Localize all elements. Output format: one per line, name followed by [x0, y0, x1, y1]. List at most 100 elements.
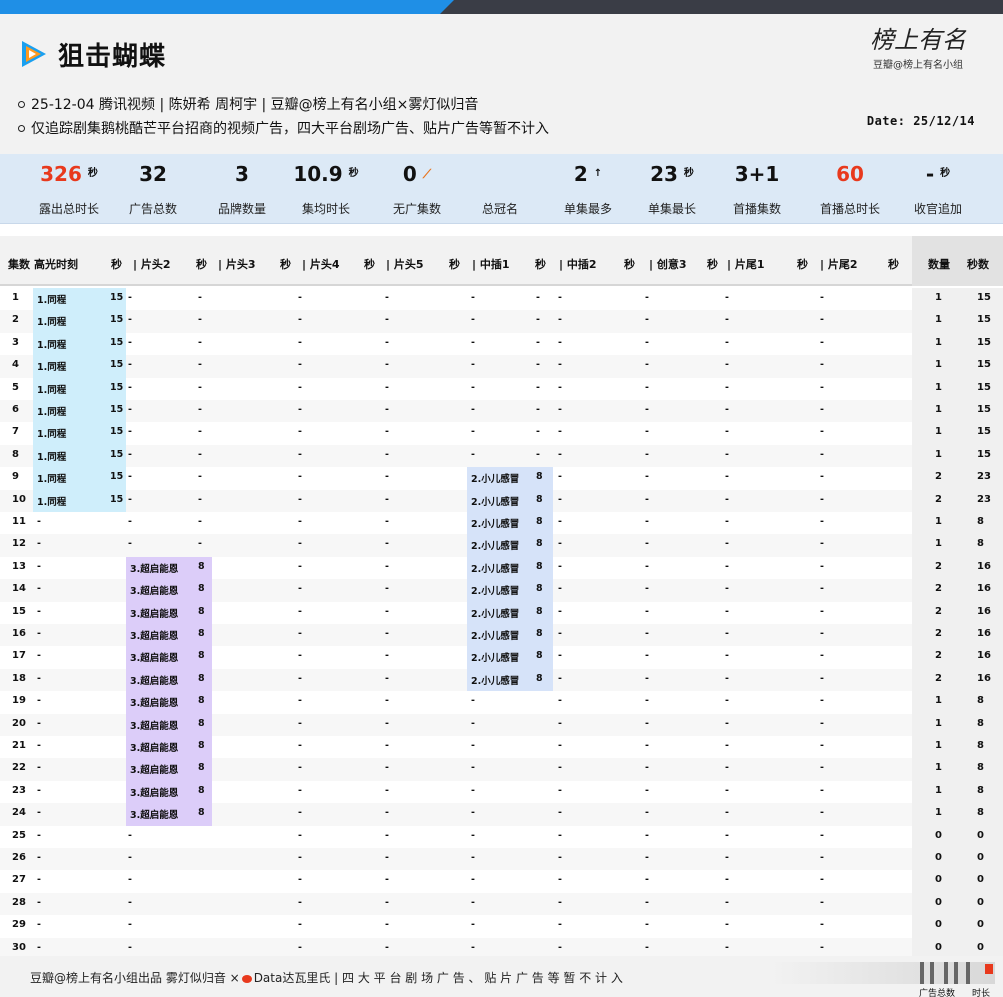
table-cell: -	[725, 560, 729, 572]
table-cell: -	[725, 426, 729, 438]
table-cell: -	[298, 829, 302, 841]
stat-label: 首播集数	[732, 202, 781, 216]
table-cell: -	[298, 560, 302, 572]
table-cell: 13	[12, 560, 26, 572]
table-cell: -	[37, 807, 41, 819]
ad-count-cell: 1	[935, 359, 942, 371]
table-row: 4 1.同程 15- - - - - - - - - -1 15	[0, 355, 1003, 378]
ad-count-cell: 0	[935, 852, 942, 863]
table-cell: -	[558, 807, 562, 819]
count-header-bg	[912, 236, 1003, 286]
table-row: 8 1.同程 15- - - - - - - - - -1 15	[0, 444, 1003, 468]
table-cell: 8	[536, 583, 543, 595]
table-cell: -	[471, 359, 475, 371]
table-cell: -	[725, 896, 729, 908]
stat-5: 总冠名	[455, 154, 545, 224]
column-header: | 片头5	[386, 258, 424, 271]
table-cell: 8	[536, 560, 543, 572]
ad-count-cell: 0	[935, 919, 942, 931]
table-cell: -	[298, 359, 302, 371]
table-cell: -	[37, 896, 41, 908]
stat-value: 3+1	[734, 162, 780, 186]
column-header: 集数	[8, 258, 30, 271]
table-cell: -	[725, 538, 729, 550]
brand-logo: 榜上有名 豆瓣@榜上有名小组	[863, 26, 973, 71]
table-cell: -	[471, 336, 475, 348]
table-cell: 15	[110, 292, 124, 303]
table-cell: -	[385, 516, 389, 527]
bar-mark	[930, 962, 934, 984]
brand-signature: 榜上有名	[870, 26, 966, 54]
table-cell: 3.超启能恩	[130, 743, 179, 754]
table-cell: -	[385, 672, 389, 684]
table-cell: -	[645, 941, 649, 953]
stat-label: 单集最多	[563, 202, 612, 216]
table-cell: -	[471, 941, 475, 953]
table-cell: -	[820, 583, 824, 595]
table-cell: 8	[536, 605, 543, 617]
table-cell: -	[820, 336, 824, 348]
tencent-video-icon	[22, 41, 46, 67]
table-cell: -	[820, 919, 824, 931]
table-cell: 3.超启能恩	[130, 765, 179, 777]
table-row: 9 1.同程 15- - - -2.小儿感冒 8- - - -2 23	[0, 467, 1003, 490]
count-cell-bg	[912, 825, 1003, 848]
table-cell: -	[471, 381, 475, 393]
table-cell: -	[198, 426, 202, 438]
table-cell: 2.小儿感冒	[471, 563, 520, 575]
table-cell: -	[298, 807, 302, 819]
table-cell: -	[298, 762, 302, 774]
table-cell: -	[37, 740, 41, 751]
ad-count-cell: 1	[935, 448, 942, 460]
table-cell: -	[725, 448, 729, 460]
table-cell: 2.小儿感冒	[471, 675, 520, 687]
table-cell: 8	[198, 807, 205, 819]
stat-6: 2 ↑ 单集最多	[543, 154, 633, 224]
table-cell: -	[298, 426, 302, 438]
count-cell-bg	[912, 713, 1003, 736]
table-cell: -	[471, 717, 475, 729]
table-cell: -	[298, 605, 302, 617]
column-header: 秒	[535, 258, 546, 271]
table-cell: -	[558, 381, 562, 393]
red-mark	[985, 964, 993, 974]
table-cell: 15	[12, 605, 26, 617]
ad-count-cell: 1	[935, 381, 942, 393]
table-cell: 7	[12, 426, 19, 438]
ad-seconds-cell: 8	[977, 740, 984, 751]
bar-mark	[954, 962, 958, 984]
table-cell: -	[725, 493, 729, 505]
table-cell: 18	[12, 672, 26, 684]
table-cell: 15	[110, 336, 124, 348]
ad-seconds-cell: 15	[977, 336, 991, 348]
ad-seconds-cell: 15	[977, 426, 991, 438]
count-cell-bg	[912, 691, 1003, 714]
table-cell: -	[128, 829, 132, 841]
table-cell: -	[385, 628, 389, 639]
table-cell: -	[645, 784, 649, 796]
count-cell-bg	[912, 870, 1003, 893]
ad-seconds-cell: 8	[977, 762, 984, 774]
table-cell: -	[298, 538, 302, 550]
ad-count-cell: 0	[935, 941, 942, 953]
count-cell-bg	[912, 892, 1003, 916]
stat-label: 无广集数	[392, 202, 441, 216]
ad-seconds-cell: 16	[977, 560, 991, 572]
table-cell: -	[725, 650, 729, 662]
table-cell: 8	[198, 784, 205, 796]
table-cell: -	[645, 516, 649, 527]
ad-seconds-cell: 16	[977, 583, 991, 595]
info-line-2: 仅追踪剧集鹅桃酷芒平台招商的视频广告，四大平台剧场广告、贴片广告等暂不计入	[18, 118, 549, 138]
table-cell: 1.同程	[37, 451, 67, 463]
table-cell: -	[37, 717, 41, 729]
table-cell: -	[820, 717, 824, 729]
table-cell: -	[298, 852, 302, 863]
table-row: 24-3.超启能恩 8- - - - - - -1 8	[0, 803, 1003, 826]
table-cell: -	[298, 448, 302, 460]
table-cell: -	[645, 717, 649, 729]
column-header: | 片尾1	[727, 258, 765, 271]
table-cell: -	[725, 717, 729, 729]
table-cell: -	[385, 292, 389, 303]
stat-1: 32 广告总数	[108, 154, 198, 224]
table-cell: -	[385, 560, 389, 572]
